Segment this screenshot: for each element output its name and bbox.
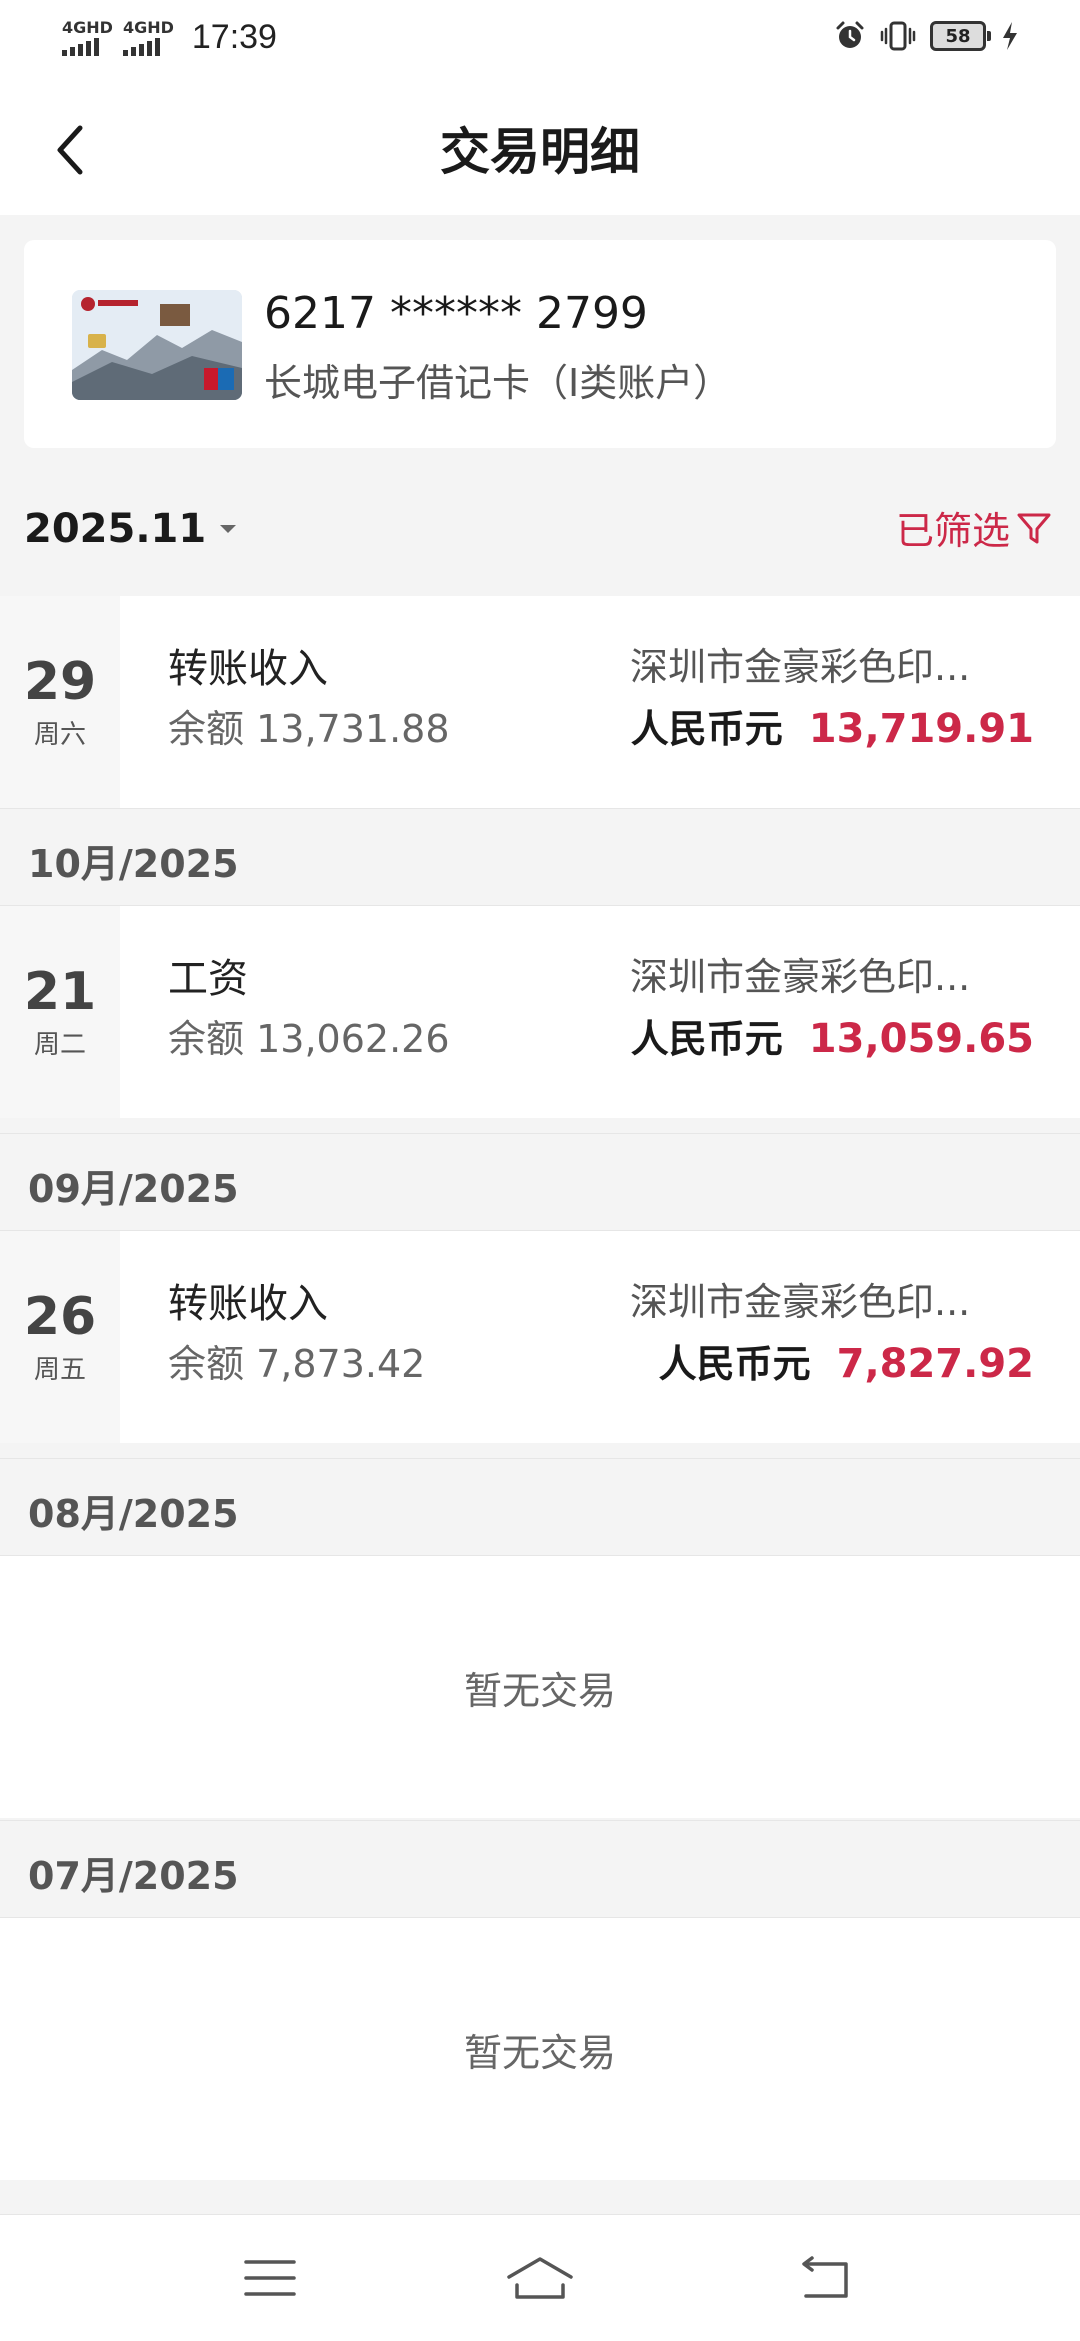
balance-label: 余额 xyxy=(168,707,245,751)
transaction-date: 29 周六 xyxy=(0,596,120,808)
balance-value: 7,873.42 xyxy=(256,1342,426,1386)
filter-button[interactable]: 已筛选 xyxy=(896,500,1054,555)
system-nav-bar xyxy=(0,2214,1080,2341)
month-label: 09月/2025 xyxy=(28,1167,239,1211)
card-type: 长城电子借记卡（I类账户） xyxy=(264,361,732,405)
sim2-signal: 4GHD xyxy=(122,17,174,56)
filter-label[interactable]: 已筛选 xyxy=(896,500,1010,555)
transaction-merchant: 深圳市金豪彩色印... xyxy=(630,1280,971,1324)
empty-text: 暂无交易 xyxy=(463,1668,616,1713)
filter-bar: 2025.11 已筛选 xyxy=(0,470,1080,590)
back-button[interactable] xyxy=(40,115,100,185)
month-selector[interactable]: 2025.11 xyxy=(24,506,242,552)
sim2-label: 4GHD xyxy=(122,17,174,37)
transaction-balance: 余额 13,731.88 xyxy=(168,698,450,753)
transaction-weekday: 周二 xyxy=(33,1029,86,1060)
balance-label: 余额 xyxy=(168,1342,245,1386)
card-number: 6217 ****** 2799 xyxy=(264,288,648,339)
month-label: 07月/2025 xyxy=(28,1854,239,1898)
funnel-icon[interactable] xyxy=(1014,508,1054,548)
month-label: 10月/2025 xyxy=(28,842,239,886)
currency-label: 人民币元 xyxy=(658,1342,811,1386)
transaction-type: 转账收入 xyxy=(168,646,328,692)
transaction-row[interactable]: 21 周二 工资 余额 13,062.26 深圳市金豪彩色印... 人民币元 1… xyxy=(0,906,1080,1118)
account-card[interactable]: 6217 ****** 2799 长城电子借记卡（I类账户） xyxy=(24,240,1056,448)
transaction-balance: 余额 13,062.26 xyxy=(168,1008,450,1063)
sim1-signal: 4GHD xyxy=(62,17,113,56)
menu-button[interactable] xyxy=(230,2243,310,2313)
selected-month[interactable]: 2025.11 xyxy=(24,506,206,552)
currency-label: 人民币元 xyxy=(630,1017,783,1061)
transaction-balance: 余额 7,873.42 xyxy=(168,1333,425,1388)
charging-icon xyxy=(1003,22,1017,50)
balance-value: 13,731.88 xyxy=(256,707,450,751)
transaction-date: 21 周二 xyxy=(0,906,120,1118)
signal-bars-icon xyxy=(122,37,160,56)
amount-value: 13,059.65 xyxy=(808,1016,1034,1062)
empty-text: 暂无交易 xyxy=(463,2030,616,2075)
transaction-type: 转账收入 xyxy=(168,1281,328,1327)
sim1-label: 4GHD xyxy=(62,17,113,37)
back-arrow-icon[interactable] xyxy=(50,122,90,178)
status-bar: 4GHD 4GHD 17:39 58 xyxy=(0,0,1080,80)
transaction-day: 26 xyxy=(23,1286,97,1347)
transaction-date: 26 周五 xyxy=(0,1231,120,1443)
battery-icon: 58 xyxy=(930,21,991,51)
transaction-amount: 人民币元 13,719.91 xyxy=(631,698,1034,753)
empty-state: 暂无交易 xyxy=(0,1556,1080,1818)
transaction-merchant: 深圳市金豪彩色印... xyxy=(630,645,971,689)
vibrate-icon xyxy=(880,21,916,51)
month-header: 10月/2025 xyxy=(0,808,1080,906)
transaction-merchant: 深圳市金豪彩色印... xyxy=(630,955,971,999)
month-header: 07月/2025 xyxy=(0,1820,1080,1918)
page-title: 交易明细 xyxy=(440,122,640,181)
currency-label: 人民币元 xyxy=(630,707,783,751)
empty-state: 暂无交易 xyxy=(0,1918,1080,2180)
transaction-amount: 人民币元 7,827.92 xyxy=(659,1333,1034,1388)
back-icon[interactable] xyxy=(796,2254,852,2302)
transaction-day: 21 xyxy=(23,961,97,1022)
home-icon[interactable] xyxy=(505,2253,575,2303)
transaction-type: 工资 xyxy=(168,956,248,1002)
dropdown-arrow-icon[interactable] xyxy=(214,519,242,539)
amount-value: 13,719.91 xyxy=(808,706,1034,752)
signal-bars-icon xyxy=(62,37,99,56)
status-right: 58 xyxy=(834,20,1020,52)
home-button[interactable] xyxy=(500,2243,580,2313)
app-header: 交易明细 xyxy=(0,80,1080,215)
month-header: 09月/2025 xyxy=(0,1133,1080,1231)
return-button[interactable] xyxy=(784,2243,864,2313)
status-left: 4GHD 4GHD 17:39 xyxy=(62,18,277,57)
menu-icon[interactable] xyxy=(242,2256,298,2300)
transaction-amount: 人民币元 13,059.65 xyxy=(631,1008,1034,1063)
status-time: 17:39 xyxy=(191,18,277,56)
battery-level: 58 xyxy=(945,25,971,47)
month-header: 08月/2025 xyxy=(0,1458,1080,1556)
transaction-day: 29 xyxy=(23,651,97,712)
balance-label: 余额 xyxy=(168,1017,245,1061)
transaction-row[interactable]: 26 周五 转账收入 余额 7,873.42 深圳市金豪彩色印... 人民币元 … xyxy=(0,1231,1080,1443)
debit-card-image xyxy=(72,290,242,400)
month-label: 08月/2025 xyxy=(28,1492,239,1536)
transaction-weekday: 周五 xyxy=(33,1354,86,1385)
transaction-weekday: 周六 xyxy=(33,719,86,750)
transaction-row[interactable]: 29 周六 转账收入 余额 13,731.88 深圳市金豪彩色印... 人民币元… xyxy=(0,596,1080,808)
balance-value: 13,062.26 xyxy=(256,1017,450,1061)
amount-value: 7,827.92 xyxy=(836,1341,1034,1387)
alarm-icon xyxy=(836,21,864,48)
